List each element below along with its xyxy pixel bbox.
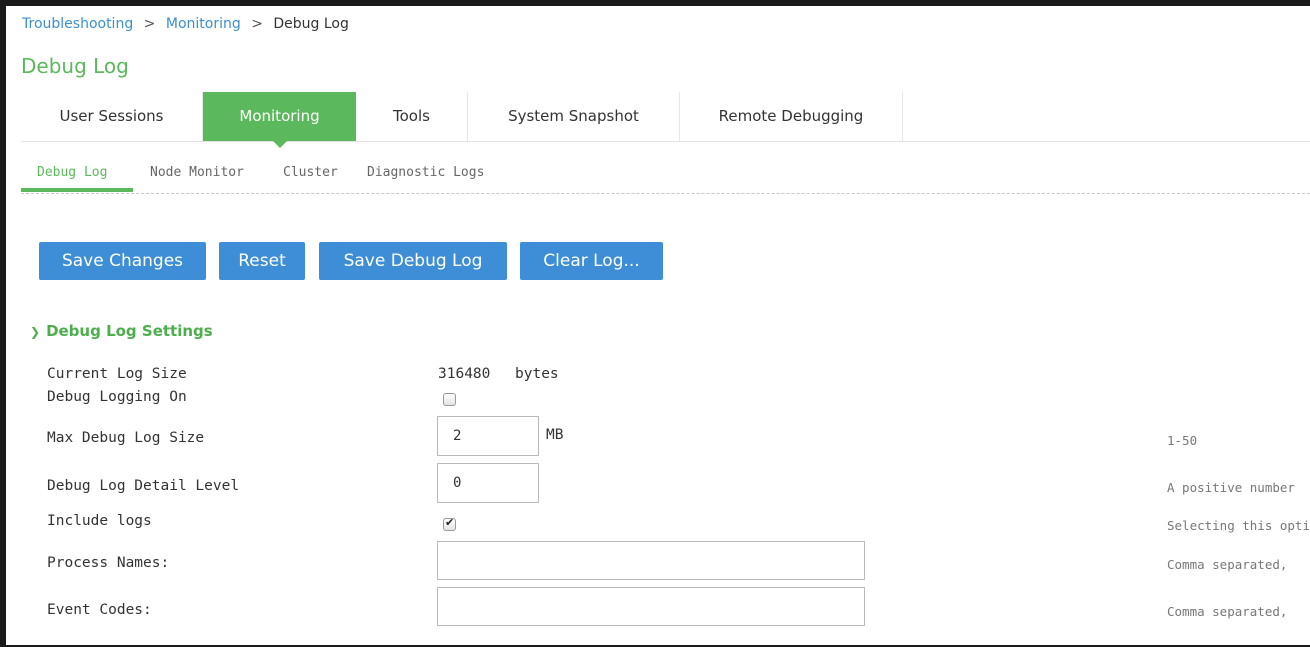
tab-monitoring[interactable]: Monitoring (203, 92, 356, 148)
current-log-size-label: Current Log Size (47, 366, 187, 382)
save-changes-button[interactable]: Save Changes (39, 242, 206, 280)
debug-log-detail-level-label: Debug Log Detail Level (47, 478, 240, 494)
breadcrumb-separator: > (143, 16, 156, 32)
include-logs-checkbox[interactable]: ✔ (443, 516, 456, 531)
event-codes-label: Event Codes: (47, 602, 152, 618)
max-debug-log-size-input[interactable] (437, 416, 539, 456)
max-debug-log-size-unit: MB (546, 427, 564, 443)
subtab-node-monitor[interactable]: Node Monitor (150, 165, 244, 180)
main-tabs: User Sessions Monitoring Tools System Sn… (21, 92, 1310, 148)
breadcrumb-separator: > (251, 16, 263, 32)
tab-tools[interactable]: Tools (356, 92, 468, 141)
clear-log-button[interactable]: Clear Log... (520, 242, 663, 280)
tab-remote-debugging[interactable]: Remote Debugging (680, 92, 903, 141)
section-toggle-debug-log-settings[interactable]: ❯ Debug Log Settings (30, 322, 213, 340)
chevron-down-icon: ❯ (30, 325, 41, 339)
tab-label: System Snapshot (508, 107, 639, 125)
checkmark-icon: ✔ (445, 516, 455, 529)
section-title: Debug Log Settings (46, 322, 213, 340)
page-title: Debug Log (21, 54, 129, 78)
breadcrumb-current: Debug Log (273, 16, 349, 32)
breadcrumb-troubleshooting-link[interactable]: Troubleshooting (22, 16, 133, 32)
breadcrumb: Troubleshooting > Monitoring > Debug Log (22, 16, 349, 32)
current-log-size-value: 316480 (438, 366, 491, 382)
tab-label: Tools (393, 107, 430, 125)
tab-label: Remote Debugging (718, 107, 864, 125)
tab-label: User Sessions (59, 107, 164, 125)
subtab-debug-log[interactable]: Debug Log (37, 165, 107, 180)
process-names-label: Process Names: (47, 555, 170, 571)
sub-tabs: Debug Log Node Monitor Cluster Diagnosti… (21, 160, 1310, 194)
save-debug-log-button[interactable]: Save Debug Log (319, 242, 507, 280)
debug-log-detail-level-help: A positive number (1167, 480, 1295, 495)
debug-log-detail-level-input[interactable] (437, 463, 539, 503)
tab-label: Monitoring (239, 107, 320, 125)
event-codes-help: Comma separated, (1167, 604, 1288, 619)
active-tab-caret (272, 141, 287, 148)
current-log-size-unit: bytes (515, 366, 559, 382)
max-debug-log-size-help: 1-50 (1167, 433, 1198, 448)
include-logs-label: Include logs (47, 513, 152, 529)
subtab-diagnostic-logs[interactable]: Diagnostic Logs (367, 165, 484, 180)
tab-system-snapshot[interactable]: System Snapshot (468, 92, 680, 141)
process-names-help: Comma separated, (1167, 557, 1288, 572)
event-codes-input[interactable] (437, 587, 865, 626)
reset-button[interactable]: Reset (219, 242, 305, 280)
process-names-input[interactable] (437, 541, 865, 580)
debug-logging-on-label: Debug Logging On (47, 389, 187, 405)
active-subtab-indicator (21, 188, 133, 192)
subtab-cluster[interactable]: Cluster (283, 165, 338, 180)
breadcrumb-monitoring-link[interactable]: Monitoring (166, 16, 241, 32)
include-logs-help: Selecting this optio (1167, 518, 1310, 533)
debug-logging-on-checkbox[interactable] (443, 393, 456, 406)
tab-user-sessions[interactable]: User Sessions (21, 92, 203, 141)
max-debug-log-size-label: Max Debug Log Size (47, 430, 205, 446)
